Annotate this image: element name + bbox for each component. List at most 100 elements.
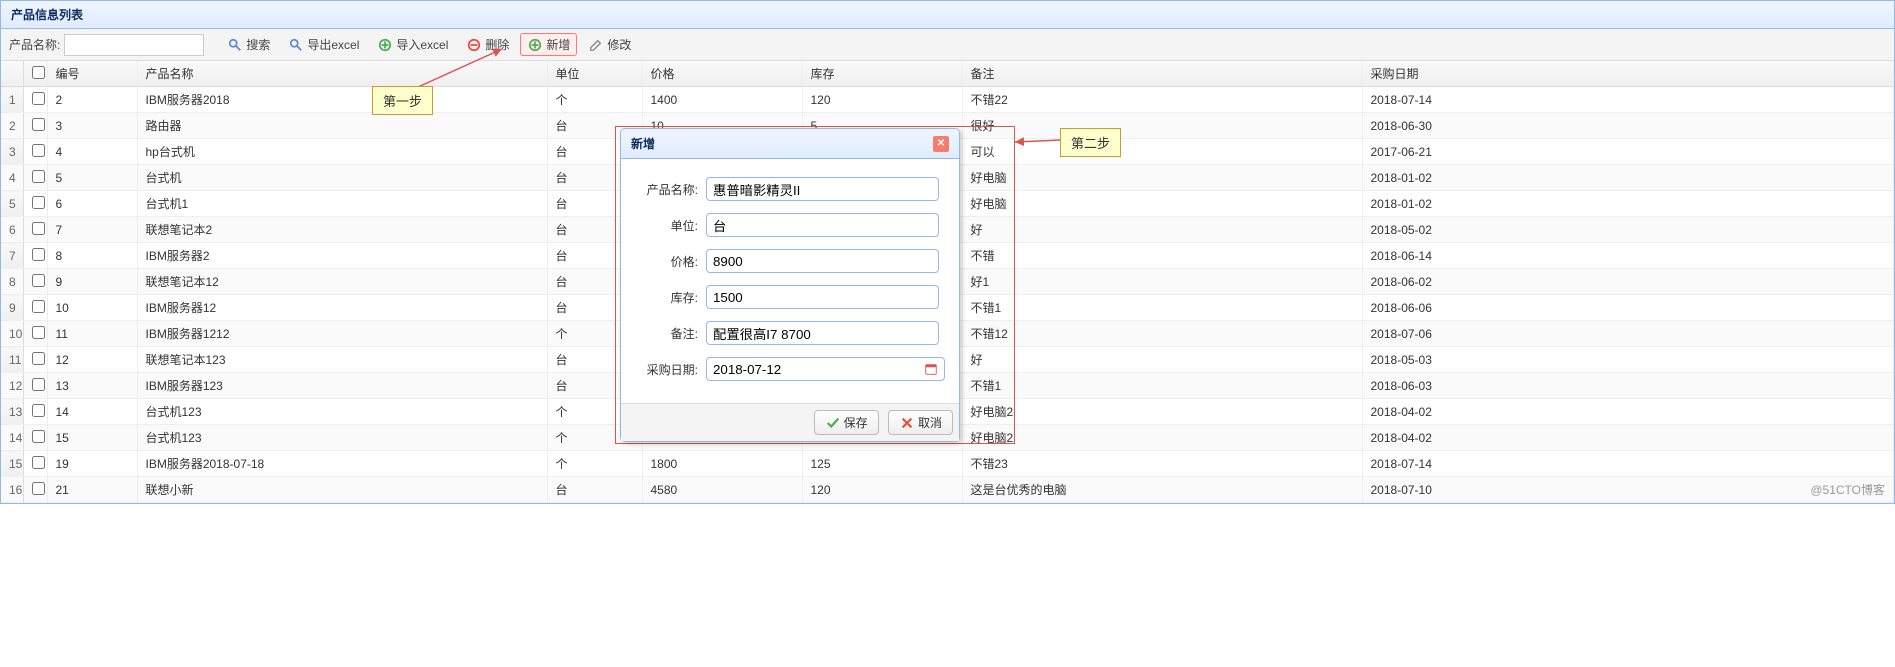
row-checkbox[interactable] <box>32 196 45 209</box>
watermark: @51CTO博客 <box>1810 481 1885 498</box>
row-number: 14 <box>1 425 23 451</box>
delete-label: 删除 <box>485 36 509 53</box>
cell-name: IBM服务器123 <box>137 373 547 399</box>
form-label-name: 产品名称: <box>641 181 706 198</box>
cell-remark: 好电脑 <box>962 165 1362 191</box>
row-checkbox[interactable] <box>32 404 45 417</box>
delete-button[interactable]: 删除 <box>459 33 516 56</box>
col-name[interactable]: 产品名称 <box>137 61 547 87</box>
row-checkbox[interactable] <box>32 456 45 469</box>
col-remark[interactable]: 备注 <box>962 61 1362 87</box>
name-filter-input[interactable] <box>64 34 204 56</box>
table-row[interactable]: 1621联想小新台4580120这是台优秀的电脑2018-07-10 <box>1 477 1894 503</box>
row-number: 3 <box>1 139 23 165</box>
annotation-step1: 第一步 <box>372 86 433 115</box>
select-all-checkbox[interactable] <box>32 66 45 79</box>
search-button[interactable]: 搜索 <box>220 33 277 56</box>
row-checkbox[interactable] <box>32 118 45 131</box>
cell-remark: 好电脑2 <box>962 425 1362 451</box>
cell-name: 台式机1 <box>137 191 547 217</box>
row-number: 7 <box>1 243 23 269</box>
form-input-remark[interactable] <box>706 321 939 345</box>
search-icon <box>227 37 243 53</box>
row-number: 11 <box>1 347 23 373</box>
cell-remark: 不错22 <box>962 87 1362 113</box>
form-input-date[interactable] <box>706 357 945 381</box>
col-date[interactable]: 采购日期 <box>1362 61 1894 87</box>
table-row[interactable]: 1519IBM服务器2018-07-18个1800125不错232018-07-… <box>1 451 1894 477</box>
delete-icon <box>466 37 482 53</box>
row-checkbox[interactable] <box>32 274 45 287</box>
row-checkbox[interactable] <box>32 300 45 313</box>
export-icon <box>288 37 304 53</box>
add-label: 新增 <box>546 36 570 53</box>
cell-remark: 不错 <box>962 243 1362 269</box>
table-row[interactable]: 12IBM服务器2018个1400120不错222018-07-14 <box>1 87 1894 113</box>
cell-name: IBM服务器12 <box>137 295 547 321</box>
form-input-price[interactable] <box>706 249 939 273</box>
row-checkbox[interactable] <box>32 222 45 235</box>
export-excel-button[interactable]: 导出excel <box>281 33 366 56</box>
cell-id: 21 <box>47 477 137 503</box>
col-id[interactable]: 编号 <box>47 61 137 87</box>
col-unit[interactable]: 单位 <box>547 61 642 87</box>
annotation-step2: 第二步 <box>1060 128 1121 157</box>
cell-name: 联想笔记本12 <box>137 269 547 295</box>
import-icon <box>377 37 393 53</box>
cell-date: 2018-06-14 <box>1362 243 1894 269</box>
cell-name: 台式机123 <box>137 425 547 451</box>
cell-stock: 125 <box>802 451 962 477</box>
cell-date: 2018-01-02 <box>1362 191 1894 217</box>
cell-date: 2018-06-02 <box>1362 269 1894 295</box>
col-stock[interactable]: 库存 <box>802 61 962 87</box>
dialog-header[interactable]: 新增 ✕ <box>621 129 959 159</box>
toolbar: 产品名称: 搜索 导出excel 导入excel 删除 新增 修改 <box>1 29 1894 61</box>
row-checkbox[interactable] <box>32 326 45 339</box>
row-number: 6 <box>1 217 23 243</box>
cell-unit: 台 <box>547 477 642 503</box>
col-checkbox <box>23 61 47 87</box>
cell-remark: 好电脑2 <box>962 399 1362 425</box>
cell-date: 2018-01-02 <box>1362 165 1894 191</box>
row-checkbox[interactable] <box>32 430 45 443</box>
cancel-button[interactable]: 取消 <box>888 410 953 435</box>
cell-price: 1800 <box>642 451 802 477</box>
form-input-stock[interactable] <box>706 285 939 309</box>
cell-id: 19 <box>47 451 137 477</box>
import-label: 导入excel <box>396 36 448 53</box>
col-price[interactable]: 价格 <box>642 61 802 87</box>
form-input-unit[interactable] <box>706 213 939 237</box>
row-checkbox[interactable] <box>32 352 45 365</box>
row-number: 2 <box>1 113 23 139</box>
modify-button[interactable]: 修改 <box>581 33 638 56</box>
cell-date: 2018-07-14 <box>1362 451 1894 477</box>
modify-label: 修改 <box>607 36 631 53</box>
cell-id: 2 <box>47 87 137 113</box>
row-checkbox[interactable] <box>32 378 45 391</box>
form-label-date: 采购日期: <box>641 361 706 378</box>
save-button[interactable]: 保存 <box>814 410 879 435</box>
form-input-name[interactable] <box>706 177 939 201</box>
cancel-label: 取消 <box>918 414 942 431</box>
add-button[interactable]: 新增 <box>520 33 577 56</box>
cell-remark: 不错1 <box>962 295 1362 321</box>
name-filter-label: 产品名称: <box>9 36 60 53</box>
row-checkbox[interactable] <box>32 482 45 495</box>
close-icon[interactable]: ✕ <box>933 136 949 152</box>
cell-remark: 很好 <box>962 113 1362 139</box>
row-checkbox[interactable] <box>32 92 45 105</box>
row-number: 9 <box>1 295 23 321</box>
row-checkbox[interactable] <box>32 170 45 183</box>
dialog-title: 新增 <box>631 135 655 152</box>
cell-name: 路由器 <box>137 113 547 139</box>
row-checkbox[interactable] <box>32 144 45 157</box>
import-excel-button[interactable]: 导入excel <box>370 33 455 56</box>
cell-id: 12 <box>47 347 137 373</box>
cell-remark: 这是台优秀的电脑 <box>962 477 1362 503</box>
row-number: 15 <box>1 451 23 477</box>
cell-remark: 好1 <box>962 269 1362 295</box>
cell-date: 2018-06-06 <box>1362 295 1894 321</box>
cell-remark: 不错23 <box>962 451 1362 477</box>
row-checkbox[interactable] <box>32 248 45 261</box>
form-label-unit: 单位: <box>641 217 706 234</box>
